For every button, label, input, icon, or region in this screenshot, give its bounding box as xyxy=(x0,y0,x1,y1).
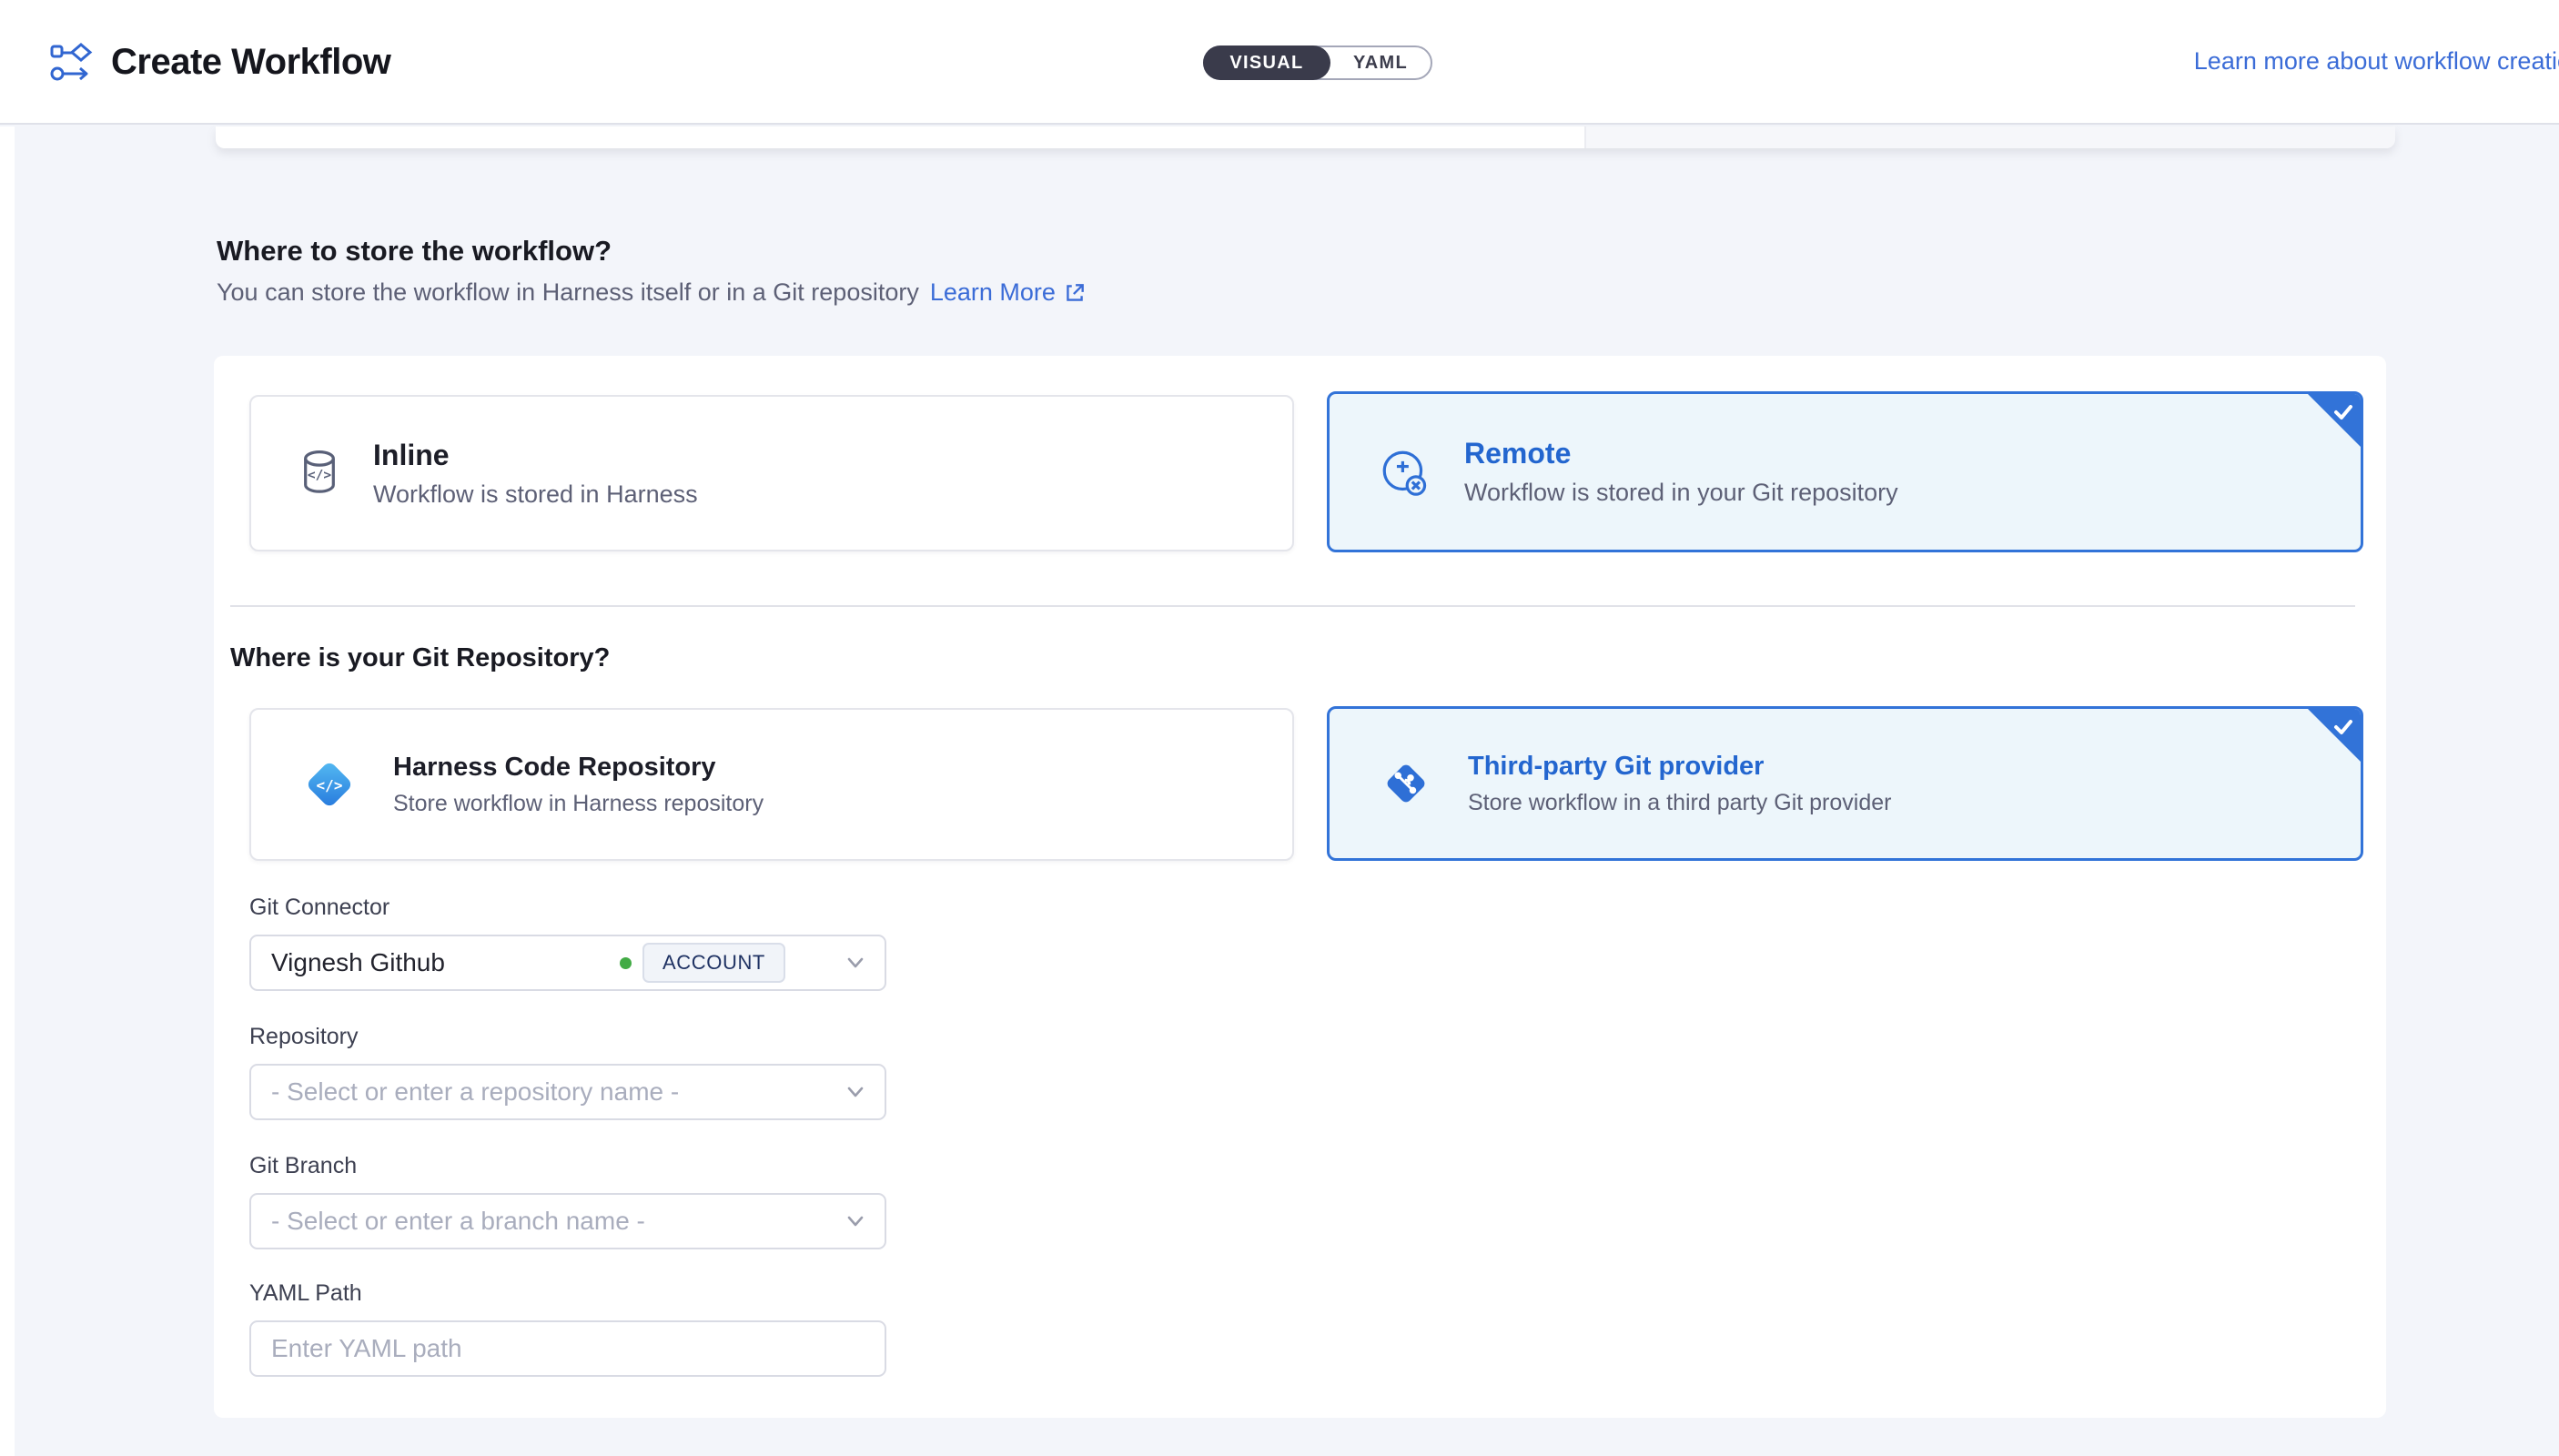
option-card-text: Third-party Git provider Store workflow … xyxy=(1468,752,1891,816)
yaml-path-field xyxy=(249,1320,886,1377)
option-description: Workflow is stored in Harness xyxy=(373,480,698,509)
store-section-heading: Where to store the workflow? xyxy=(217,235,612,268)
remote-git-icon xyxy=(1379,446,1430,499)
option-card-harness-code[interactable]: </> Harness Code Repository Store workfl… xyxy=(249,708,1294,861)
git-connector-field: ACCOUNT xyxy=(249,935,886,991)
scope-badge: ACCOUNT xyxy=(642,943,785,983)
harness-code-diamond-icon: </> xyxy=(300,755,359,814)
toggle-visual[interactable]: VISUAL xyxy=(1203,46,1330,80)
option-description: Store workflow in a third party Git prov… xyxy=(1468,790,1891,816)
option-description: Workflow is stored in your Git repositor… xyxy=(1464,479,1898,507)
git-diamond-icon xyxy=(1379,756,1433,811)
git-connector-label: Git Connector xyxy=(249,895,389,921)
option-card-text: Remote Workflow is stored in your Git re… xyxy=(1464,437,1898,507)
check-icon xyxy=(2331,715,2355,739)
header-title-group: Create Workflow xyxy=(49,0,390,125)
scrolled-card-remnant xyxy=(216,126,2395,148)
yaml-path-label: YAML Path xyxy=(249,1280,362,1307)
option-title: Remote xyxy=(1464,437,1898,470)
yaml-path-input[interactable] xyxy=(249,1320,886,1377)
svg-text:</>: </> xyxy=(308,468,331,482)
workflow-icon xyxy=(49,43,93,83)
visual-yaml-toggle: VISUAL YAML xyxy=(1203,46,1432,80)
toggle-yaml[interactable]: YAML xyxy=(1330,47,1431,78)
store-section-subtitle-text: You can store the workflow in Harness it… xyxy=(217,278,919,307)
option-title: Third-party Git provider xyxy=(1468,752,1891,782)
option-title: Harness Code Repository xyxy=(393,753,764,783)
svg-text:</>: </> xyxy=(317,777,343,794)
create-workflow-screen: Create Workflow VISUAL YAML Learn more a… xyxy=(0,0,2559,1456)
connector-status-dot xyxy=(620,957,632,969)
option-card-remote[interactable]: Remote Workflow is stored in your Git re… xyxy=(1327,391,2363,552)
repository-input[interactable] xyxy=(249,1064,886,1120)
scrolled-card-remnant-right xyxy=(1584,126,2395,148)
workflow-store-panel: </> Inline Workflow is stored in Harness… xyxy=(214,356,2386,1418)
learn-more-link[interactable]: Learn More xyxy=(930,278,1087,307)
check-icon xyxy=(2331,400,2355,424)
learn-more-workflow-link[interactable]: Learn more about workflow creation xyxy=(2194,47,2559,76)
git-branch-field xyxy=(249,1193,886,1249)
section-divider xyxy=(230,605,2355,607)
git-branch-input[interactable] xyxy=(249,1193,886,1249)
option-card-inline[interactable]: </> Inline Workflow is stored in Harness xyxy=(249,395,1294,551)
option-description: Store workflow in Harness repository xyxy=(393,791,764,817)
option-title: Inline xyxy=(373,439,698,472)
left-gutter xyxy=(0,126,15,1456)
option-card-third-party[interactable]: Third-party Git provider Store workflow … xyxy=(1327,706,2363,861)
database-code-icon: </> xyxy=(300,447,339,500)
option-card-text: Harness Code Repository Store workflow i… xyxy=(393,753,764,817)
repository-label: Repository xyxy=(249,1024,359,1050)
store-section-subtitle: You can store the workflow in Harness it… xyxy=(217,278,1087,307)
external-link-icon xyxy=(1063,281,1087,305)
repo-section-heading: Where is your Git Repository? xyxy=(230,643,610,673)
repository-field xyxy=(249,1064,886,1120)
git-branch-label: Git Branch xyxy=(249,1153,357,1179)
header: Create Workflow VISUAL YAML Learn more a… xyxy=(0,0,2559,125)
git-connector-input[interactable] xyxy=(249,935,886,991)
scrolled-card-remnant-left xyxy=(216,126,1584,148)
page-title: Create Workflow xyxy=(111,42,390,83)
option-card-text: Inline Workflow is stored in Harness xyxy=(373,439,698,509)
